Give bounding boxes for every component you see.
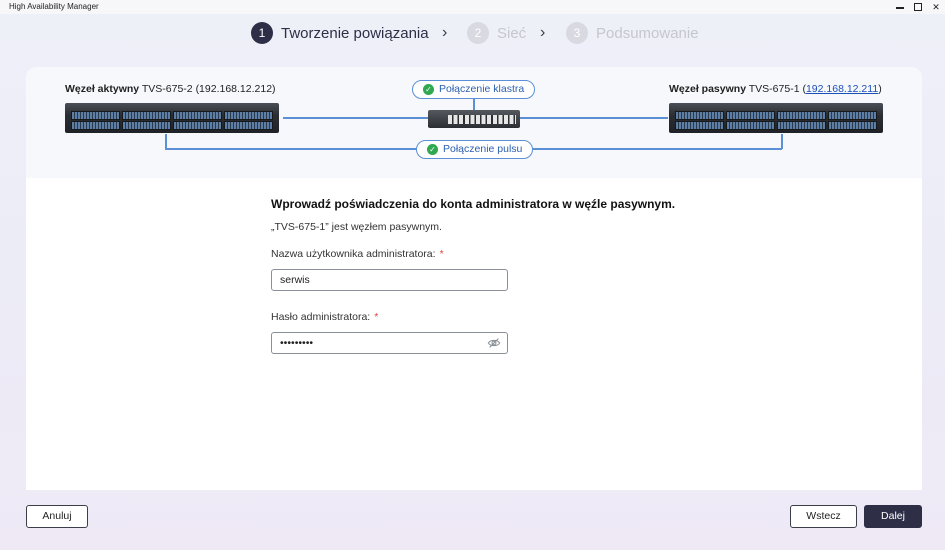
step-3-number: 3: [566, 22, 588, 44]
passive-node-ip-link[interactable]: 192.168.12.211: [806, 83, 878, 95]
minimize-icon[interactable]: [891, 0, 909, 14]
step-1-number: 1: [251, 22, 273, 44]
form-title: Wprowadź poświadczenia do konta administ…: [271, 197, 676, 211]
eye-slash-icon[interactable]: [487, 336, 501, 350]
required-mark: *: [439, 248, 444, 260]
cancel-button[interactable]: Anuluj: [26, 505, 88, 528]
required-mark: *: [374, 311, 379, 323]
maximize-icon[interactable]: [909, 0, 927, 14]
passive-node-label: Węzeł pasywny TVS-675-1 (192.168.12.211): [669, 83, 882, 95]
heartbeat-connection-badge: ✓ Połączenie pulsu: [416, 140, 534, 159]
app-title: High Availability Manager: [9, 2, 99, 11]
heartbeat-line-left-drop: [165, 134, 167, 149]
username-label: Nazwa użytkownika administratora: *: [271, 248, 444, 260]
active-node-label: Węzeł aktywny TVS-675-2 (192.168.12.212): [65, 83, 276, 95]
active-node-role: Węzeł aktywny: [65, 83, 140, 95]
cluster-line-left: [283, 117, 428, 119]
passive-node-name: TVS-675-1: [748, 83, 800, 95]
cluster-connection-label: Połączenie klastra: [439, 83, 525, 95]
heartbeat-connection-label: Połączenie pulsu: [443, 143, 523, 155]
cluster-line-right: [520, 117, 668, 119]
next-button[interactable]: Dalej: [864, 505, 922, 528]
active-node-name: TVS-675-2: [141, 83, 193, 95]
step-1-label: Tworzenie powiązania: [281, 25, 429, 42]
username-input[interactable]: serwis: [271, 269, 508, 291]
active-node-ip: (192.168.12.212): [195, 83, 276, 95]
wizard-stepper: 1 Tworzenie powiązania › 2 Sieć › 3 Pods…: [0, 22, 945, 46]
close-icon[interactable]: ✕: [927, 0, 945, 14]
passive-node-server-image: [669, 103, 883, 133]
step-3-label: Podsumowanie: [596, 25, 699, 42]
check-circle-icon: ✓: [423, 84, 434, 95]
password-input[interactable]: •••••••••: [271, 332, 508, 354]
check-circle-icon: ✓: [427, 144, 438, 155]
chevron-right-icon: ›: [442, 24, 448, 41]
heartbeat-line-right-drop: [781, 134, 783, 149]
passive-node-ip-close: ): [878, 83, 882, 95]
step-2-label: Sieć: [497, 25, 527, 42]
title-bar: High Availability Manager ✕: [0, 0, 945, 14]
chevron-right-icon: ›: [540, 24, 546, 41]
step-2-number: 2: [467, 22, 489, 44]
cluster-connection-badge: ✓ Połączenie klastra: [412, 80, 536, 99]
network-switch-image: [428, 110, 520, 128]
active-node-server-image: [65, 103, 279, 133]
username-label-text: Nazwa użytkownika administratora:: [271, 248, 436, 260]
back-button[interactable]: Wstecz: [790, 505, 857, 528]
password-label-text: Hasło administratora:: [271, 311, 371, 323]
passive-node-role: Węzeł pasywny: [669, 83, 747, 95]
cluster-line-vertical: [473, 98, 475, 110]
form-subtitle: „TVS-675-1” jest węzłem pasywnym.: [271, 221, 442, 233]
password-label: Hasło administratora: *: [271, 311, 378, 323]
